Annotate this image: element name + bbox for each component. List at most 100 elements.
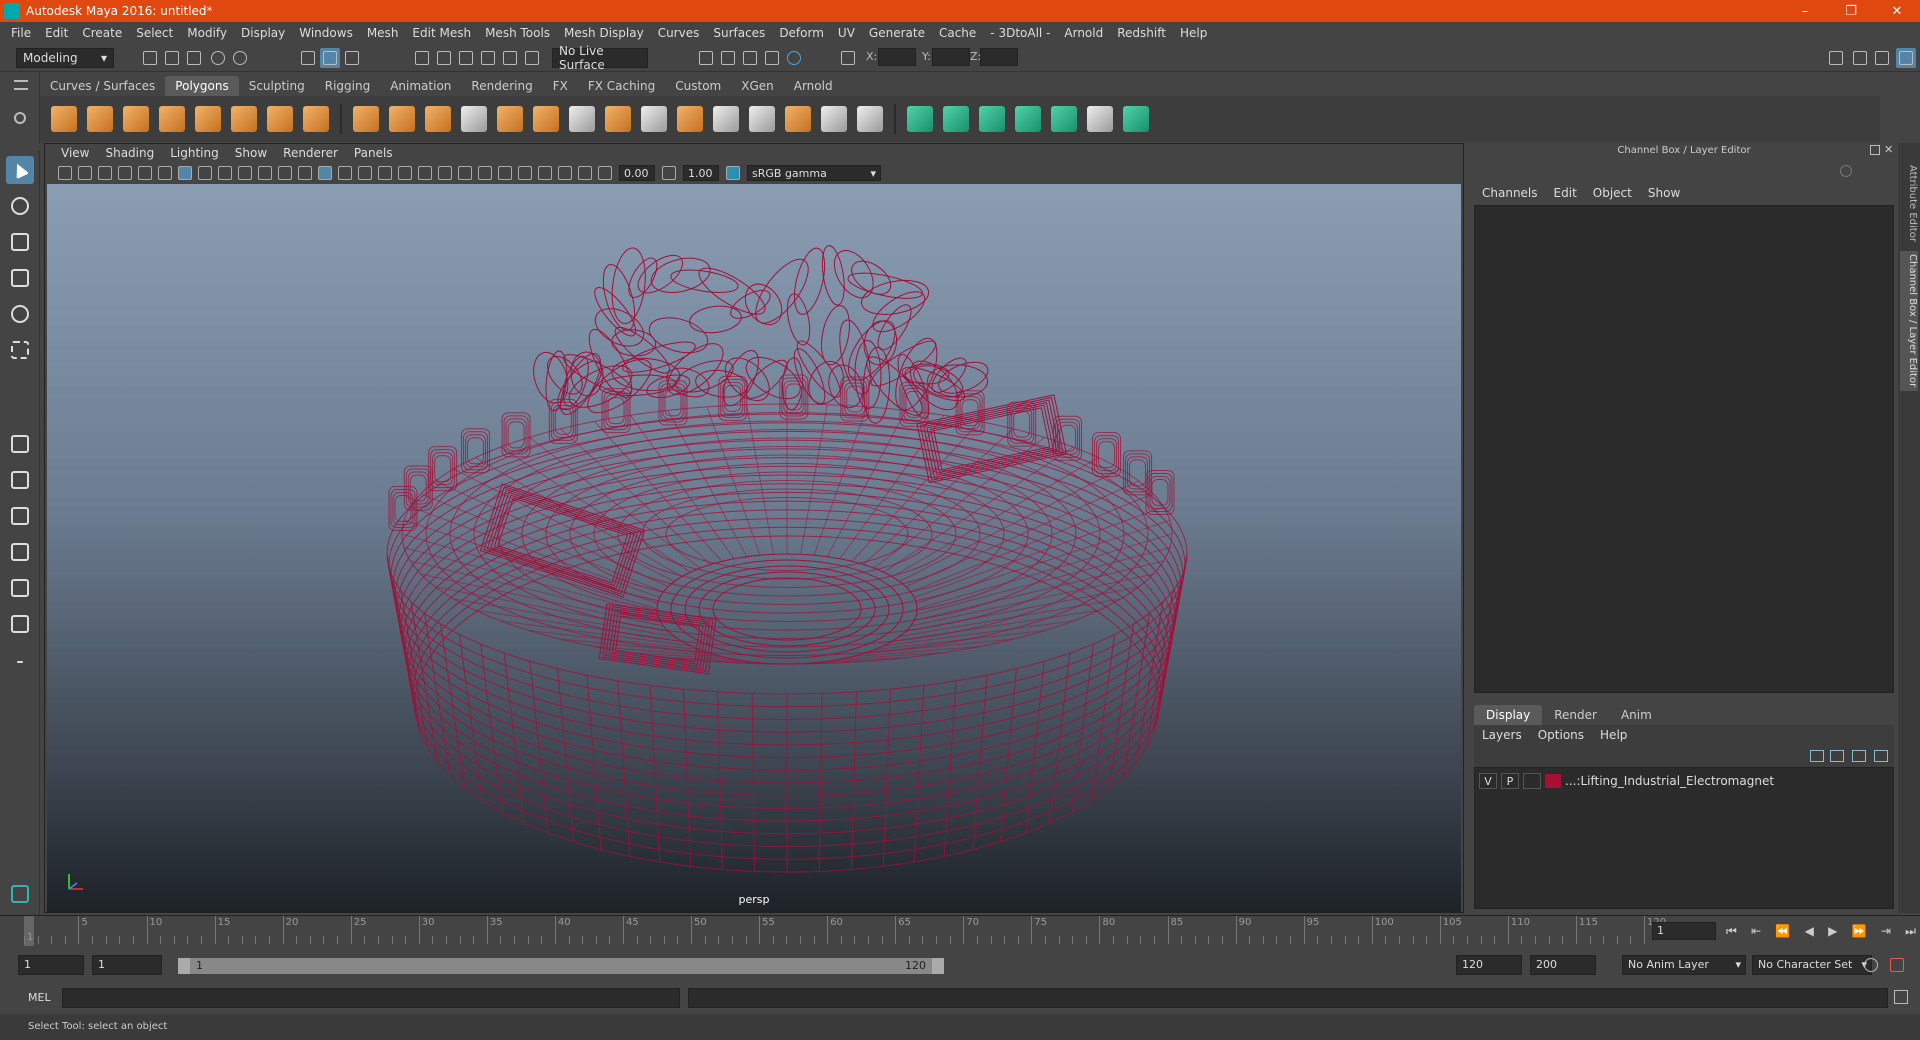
merge-icon[interactable] xyxy=(857,106,883,132)
gate-mask-icon[interactable] xyxy=(238,166,252,180)
menu-create[interactable]: Create xyxy=(75,26,129,40)
hypershade-icon[interactable] xyxy=(762,48,782,68)
menu-3dtoall[interactable]: - 3DtoAll - xyxy=(983,26,1057,40)
exposure-icon[interactable] xyxy=(598,166,612,180)
new-scene-icon[interactable] xyxy=(140,48,160,68)
shelf-tab-curves-surfaces[interactable]: Curves / Surfaces xyxy=(40,76,165,96)
step-forward-frame-icon[interactable]: ⏩ xyxy=(1852,924,1867,938)
go-to-start-icon[interactable]: ⏮ xyxy=(1726,924,1737,939)
range-start-handle[interactable] xyxy=(178,958,190,974)
step-back-key-icon[interactable]: ⇤ xyxy=(1751,924,1761,938)
animation-preferences-icon[interactable] xyxy=(1890,958,1904,972)
menu-modify[interactable]: Modify xyxy=(180,26,234,40)
combine-icon[interactable] xyxy=(353,106,379,132)
channels-menu[interactable]: Channels xyxy=(1474,186,1546,200)
outliner-layout-icon[interactable] xyxy=(6,538,34,566)
scale-tool-icon[interactable] xyxy=(6,336,34,364)
step-forward-key-icon[interactable]: ⇥ xyxy=(1881,924,1891,938)
collapse-layout-icon[interactable] xyxy=(6,648,34,676)
close-button[interactable]: ✕ xyxy=(1874,0,1920,22)
unfold-uv-icon[interactable] xyxy=(1123,106,1149,132)
smooth-icon[interactable] xyxy=(461,106,487,132)
shelf-tab-rigging[interactable]: Rigging xyxy=(315,76,380,96)
menu-edit-mesh[interactable]: Edit Mesh xyxy=(405,26,478,40)
grease-pencil-icon[interactable] xyxy=(158,166,172,180)
menu-redshift[interactable]: Redshift xyxy=(1110,26,1173,40)
current-frame-field[interactable]: 1 xyxy=(1652,922,1716,940)
show-menu[interactable]: Show xyxy=(1640,186,1688,200)
four-view-layout-icon[interactable] xyxy=(6,466,34,494)
redo-icon[interactable] xyxy=(230,48,250,68)
select-camera-icon[interactable] xyxy=(58,166,72,180)
shelf-tab-menu-icon[interactable] xyxy=(14,80,28,90)
minimize-button[interactable]: – xyxy=(1782,0,1828,22)
grid-toggle-icon[interactable] xyxy=(178,166,192,180)
menu-mesh-display[interactable]: Mesh Display xyxy=(557,26,651,40)
bookmark-icon[interactable] xyxy=(98,166,112,180)
layer-visibility-toggle[interactable]: V xyxy=(1479,773,1497,789)
restore-button[interactable]: ❐ xyxy=(1828,0,1874,22)
move-tool-icon[interactable] xyxy=(6,264,34,292)
channel-box-area[interactable] xyxy=(1474,205,1894,693)
bevel-icon[interactable] xyxy=(677,106,703,132)
menu-curves[interactable]: Curves xyxy=(651,26,707,40)
multi-cut-icon[interactable] xyxy=(569,106,595,132)
shelf-tab-fx-caching[interactable]: FX Caching xyxy=(578,76,665,96)
character-set-dropdown[interactable]: No Character Set ▾ xyxy=(1752,955,1872,975)
command-input[interactable] xyxy=(62,988,680,1008)
move-layer-up-icon[interactable] xyxy=(1810,750,1824,762)
single-perspective-layout-icon[interactable] xyxy=(6,430,34,458)
range-end-handle[interactable] xyxy=(932,958,944,974)
poly-cylinder-icon[interactable] xyxy=(123,106,149,132)
poly-pyramid-icon[interactable] xyxy=(267,106,293,132)
two-pane-layout-icon[interactable] xyxy=(6,502,34,530)
script-editor-icon[interactable] xyxy=(1894,990,1908,1004)
ambient-occlusion-icon[interactable] xyxy=(438,166,452,180)
color-management-icon[interactable] xyxy=(726,166,740,180)
poly-torus-icon[interactable] xyxy=(231,106,257,132)
object-menu[interactable]: Object xyxy=(1585,186,1640,200)
z-coordinate-field[interactable] xyxy=(980,48,1018,66)
poly-pipe-icon[interactable] xyxy=(303,106,329,132)
x-coordinate-field[interactable] xyxy=(878,48,916,66)
offset-edge-loop-icon[interactable] xyxy=(749,106,775,132)
gamma-field[interactable]: 1.00 xyxy=(683,165,719,181)
viewport-menu-panels[interactable]: Panels xyxy=(346,146,401,160)
menu-mesh-tools[interactable]: Mesh Tools xyxy=(478,26,557,40)
help-menu[interactable]: Help xyxy=(1592,728,1635,742)
menu-display[interactable]: Display xyxy=(234,26,292,40)
channel-box-options-icon[interactable] xyxy=(1840,165,1852,177)
wireframe-icon[interactable] xyxy=(318,166,332,180)
select-by-object-icon[interactable] xyxy=(320,48,340,68)
shelf-tab-sculpting[interactable]: Sculpting xyxy=(239,76,315,96)
render-current-frame-icon[interactable] xyxy=(696,48,716,68)
menu-help[interactable]: Help xyxy=(1173,26,1214,40)
planar-uv-icon[interactable] xyxy=(907,106,933,132)
gamma-icon[interactable] xyxy=(662,166,676,180)
select-by-component-icon[interactable] xyxy=(342,48,362,68)
undo-icon[interactable] xyxy=(208,48,228,68)
shelf-tab-rendering[interactable]: Rendering xyxy=(461,76,542,96)
poly-sphere-icon[interactable] xyxy=(51,106,77,132)
smooth-shade-icon[interactable] xyxy=(338,166,352,180)
menu-surfaces[interactable]: Surfaces xyxy=(706,26,772,40)
y-coordinate-field[interactable] xyxy=(932,48,970,66)
resolution-gate-icon[interactable] xyxy=(218,166,232,180)
shelf-tab-polygons[interactable]: Polygons xyxy=(165,76,239,96)
viewport-menu-renderer[interactable]: Renderer xyxy=(275,146,346,160)
create-empty-layer-icon[interactable] xyxy=(1852,750,1866,762)
safe-action-icon[interactable] xyxy=(278,166,292,180)
play-forwards-icon[interactable]: ▶ xyxy=(1828,924,1837,938)
uv-editor-icon[interactable] xyxy=(1051,106,1077,132)
render-view-icon[interactable] xyxy=(784,48,804,68)
anti-aliasing-icon[interactable] xyxy=(478,166,492,180)
shadows-icon[interactable] xyxy=(418,166,432,180)
wireframe-on-shaded-icon[interactable] xyxy=(358,166,372,180)
channel-box-toggle-icon[interactable] xyxy=(1896,48,1916,68)
channel-box-side-tab[interactable]: Channel Box / Layer Editor xyxy=(1900,251,1918,391)
textured-icon[interactable] xyxy=(378,166,392,180)
fill-hole-icon[interactable] xyxy=(821,106,847,132)
move-layer-down-icon[interactable] xyxy=(1830,750,1844,762)
tab-render[interactable]: Render xyxy=(1542,705,1609,725)
graph-editor-layout-icon[interactable] xyxy=(6,574,34,602)
